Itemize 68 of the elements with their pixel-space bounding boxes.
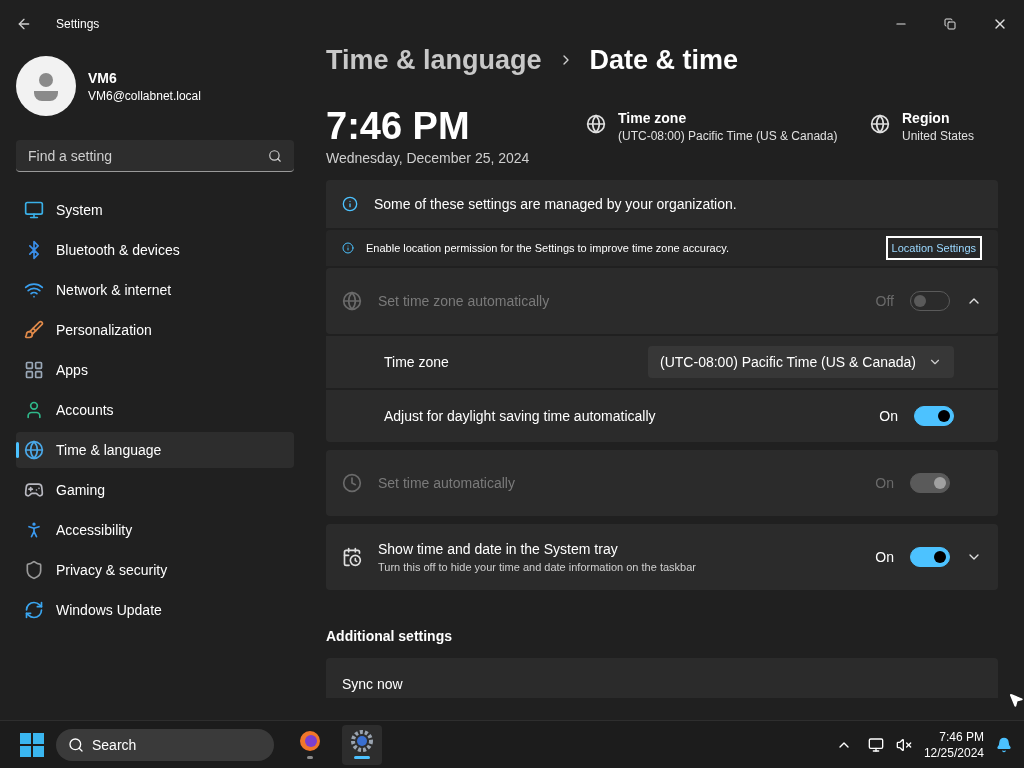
gear-icon <box>351 730 373 752</box>
summary-label: Region <box>902 109 951 128</box>
user-name: VM6 <box>88 69 118 88</box>
gamepad-icon <box>24 480 44 500</box>
brush-icon <box>24 320 44 340</box>
location-settings-link[interactable]: Location Settings <box>885 235 982 261</box>
mouse-cursor-icon <box>1008 692 1024 708</box>
person-icon <box>24 400 44 420</box>
refresh-icon <box>24 600 44 620</box>
sidebar-item[interactable]: Apps <box>16 352 294 388</box>
shield-icon <box>24 560 44 580</box>
taskbar-time: 7:46 PM <box>939 728 984 745</box>
setting-label: Time zone <box>384 353 450 372</box>
toggle-state-text: On <box>879 407 898 426</box>
summary-value: (UTC-08:00) Pacific Time (US & Canada) <box>618 128 838 144</box>
clock-time: 7:46 PM <box>326 104 471 148</box>
setting-row[interactable]: Sync now <box>326 658 998 698</box>
info-icon <box>342 196 358 212</box>
taskbar-app[interactable] <box>342 724 382 765</box>
globe-icon <box>870 114 890 134</box>
restore-icon[interactable] <box>944 18 956 30</box>
sidebar-item[interactable]: Privacy & security <box>16 552 294 588</box>
clock-icon <box>342 473 362 493</box>
person-silhouette-icon <box>32 71 60 101</box>
windows-logo-icon[interactable] <box>20 732 44 757</box>
speaker-muted-icon[interactable] <box>895 736 912 753</box>
breadcrumb-item: Date & time <box>589 43 739 77</box>
monitor-icon <box>24 200 44 220</box>
toggle-switch[interactable] <box>910 547 950 567</box>
summary-label: Time zone <box>618 109 688 128</box>
notice-text: Some of these settings are managed by your organization. <box>374 195 738 214</box>
setting-description: Turn this off to hide your time and date information on the taskbar <box>378 559 697 575</box>
notice-text: Enable location permission for the Settings to improve time zone accuracy. <box>366 240 730 256</box>
summary-value: United States <box>902 128 975 144</box>
search-icon <box>68 736 84 753</box>
sidebar-item[interactable]: Gaming <box>16 472 294 508</box>
window-title: Settings <box>56 16 100 32</box>
calendar-clock-icon <box>342 547 362 567</box>
user-email: VM6@collabnet.local <box>88 88 201 104</box>
back-icon[interactable] <box>16 16 32 32</box>
sidebar-item[interactable]: Bluetooth & devices <box>16 232 294 268</box>
sidebar-item[interactable]: Accounts <box>16 392 294 428</box>
search-icon <box>268 148 282 163</box>
sidebar-item[interactable]: Network & internet <box>16 272 294 308</box>
fox-globe-icon <box>299 730 321 752</box>
sidebar-item[interactable]: Accessibility <box>16 512 294 548</box>
toggle-state-text: Off <box>875 292 894 311</box>
sidebar-item[interactable]: Time & language <box>16 432 294 468</box>
network-icon[interactable] <box>867 736 884 753</box>
breadcrumb-item[interactable]: Time & language <box>326 39 542 81</box>
clock-date: Wednesday, December 25, 2024 <box>326 149 531 168</box>
info-icon <box>342 242 354 254</box>
section-heading: Additional settings <box>326 627 453 646</box>
sidebar-item[interactable]: Windows Update <box>16 592 294 628</box>
search-field[interactable]: Find a setting <box>16 140 294 172</box>
toggle-state-text: On <box>875 474 894 493</box>
sidebar-item[interactable]: Personalization <box>16 312 294 348</box>
taskbar-search[interactable]: Search <box>56 728 274 761</box>
globe-icon <box>24 440 44 460</box>
grid-icon <box>24 360 44 380</box>
setting-row[interactable]: Show time and date in the System tray Turn this off to hide your time and date information on the taskbar On <box>326 524 998 590</box>
setting-label: Adjust for daylight saving time automatically <box>384 407 657 426</box>
sidebar-item[interactable]: System <box>16 192 294 228</box>
setting-label: Sync now <box>342 675 403 694</box>
bell-icon[interactable] <box>996 736 1012 753</box>
taskbar-date: 12/25/2024 <box>923 744 984 761</box>
toggle-state-text: On <box>875 548 894 567</box>
wifi-icon <box>24 280 44 300</box>
